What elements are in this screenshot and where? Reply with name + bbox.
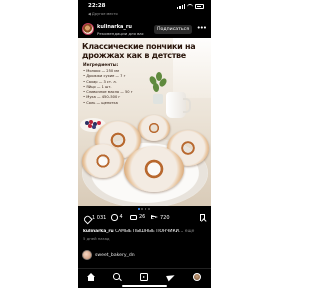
status-indicators <box>177 4 204 9</box>
comment-count: 4 <box>119 214 123 221</box>
donut <box>124 146 184 192</box>
instagram-app-screen: 22:28 ◀ Другое место kulinarka_ru Рекоме… <box>78 0 211 288</box>
next-author-username[interactable]: sweet_bakery_dn <box>95 253 135 258</box>
bottom-navigation <box>78 268 211 282</box>
donut <box>138 115 170 141</box>
bookmark-icon[interactable] <box>200 214 205 221</box>
repost-count: 26 <box>139 214 146 220</box>
author-avatar[interactable] <box>82 23 94 35</box>
donut <box>82 144 124 178</box>
like-count: 1 031 <box>92 214 107 221</box>
recipe-title: Классические пончики на дрожжах как в де… <box>82 42 196 60</box>
more-options-icon[interactable]: ••• <box>197 25 207 32</box>
repost-button[interactable]: 26 <box>130 214 145 220</box>
ingredient-item: • Дрожжи сухие — 7 г <box>83 74 126 79</box>
repost-icon <box>130 215 137 220</box>
ingredients-list: • Молоко — 250 мл • Дрожжи сухие — 7 г •… <box>83 69 133 106</box>
profile-avatar[interactable] <box>193 273 201 281</box>
ingredient-item: • Соль — щепотка <box>83 100 118 105</box>
post-caption[interactable]: kulinarka_ru САМЫЕ ПЫШНЫЕ ПОНЧИКИ… ещё <box>83 229 207 234</box>
back-to-app-link[interactable]: ◀ Другое место <box>88 12 118 16</box>
search-icon[interactable] <box>113 273 120 280</box>
reels-icon[interactable] <box>140 273 148 281</box>
comment-icon <box>111 214 118 221</box>
status-time: 22:28 <box>88 3 106 9</box>
jar-decoration <box>153 94 163 104</box>
home-icon[interactable] <box>87 272 95 281</box>
wifi-icon <box>187 4 193 9</box>
carousel-indicator <box>138 208 150 210</box>
post-image[interactable]: Классические пончики на дрожжах как в де… <box>78 38 211 206</box>
heart-icon <box>83 214 90 221</box>
post-date: 5 дней назад <box>83 236 110 241</box>
home-indicator <box>122 285 167 287</box>
milk-pitcher <box>166 92 191 118</box>
author-username[interactable]: kulinarka_ru <box>97 24 132 30</box>
post-actions: 1 031 4 26 720 <box>78 214 211 224</box>
post-header: kulinarka_ru Рекомендации для вас Подпис… <box>78 22 211 36</box>
status-bar: 22:28 <box>78 3 211 11</box>
caption-username[interactable]: kulinarka_ru <box>83 229 114 234</box>
send-icon[interactable] <box>167 273 175 281</box>
share-button[interactable]: 720 <box>151 214 170 221</box>
recommendation-label: Рекомендации для вас <box>97 30 144 36</box>
battery-icon <box>195 4 204 9</box>
subscribe-button[interactable]: Подписаться <box>154 24 192 34</box>
like-button[interactable]: 1 031 <box>83 214 106 221</box>
signal-icon <box>177 4 185 9</box>
comment-button[interactable]: 4 <box>111 214 123 221</box>
next-post-header: sweet_bakery_dn <box>78 250 211 262</box>
caption-text: САМЫЕ ПЫШНЫЕ ПОНЧИКИ… <box>115 229 184 234</box>
caption-more-link[interactable]: ещё <box>185 229 195 234</box>
share-count: 720 <box>160 214 170 221</box>
send-icon <box>151 214 158 221</box>
ingredients-heading: Ингредиенты: <box>83 63 119 68</box>
next-author-avatar[interactable] <box>82 250 92 260</box>
